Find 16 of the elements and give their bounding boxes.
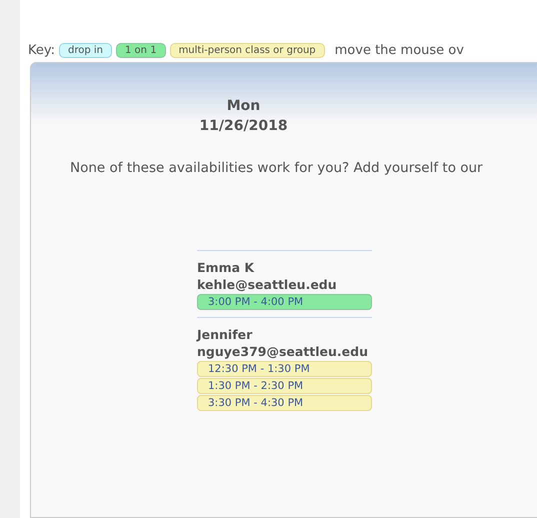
legend-tag: 1 on 1 xyxy=(116,42,166,58)
tutor-name: Jennifer xyxy=(197,326,254,343)
key-label: Key: xyxy=(28,42,56,58)
date-heading: 11/26/2018 xyxy=(199,117,288,136)
time-slot[interactable]: 1:30 PM - 2:30 PM xyxy=(197,378,372,394)
time-slot[interactable]: 12:30 PM - 1:30 PM xyxy=(197,361,372,377)
weekday-heading: Mon xyxy=(226,97,260,116)
time-slot[interactable]: 3:00 PM - 4:00 PM xyxy=(197,294,372,310)
tutor-name: Emma K xyxy=(197,259,256,276)
waitlist-message: None of these availabilities work for you? Add yourself to our xyxy=(70,160,484,176)
time-slot[interactable]: 3:30 PM - 4:30 PM xyxy=(197,395,372,411)
legend-tag: drop in xyxy=(59,42,112,58)
hint-text: move the mouse ov xyxy=(334,42,464,58)
tutor-email: kehle@seattleu.edu xyxy=(197,276,338,293)
legend-tag: multi-person class or group xyxy=(170,42,325,58)
tutor-email: nguye379@seattleu.edu xyxy=(197,343,370,360)
